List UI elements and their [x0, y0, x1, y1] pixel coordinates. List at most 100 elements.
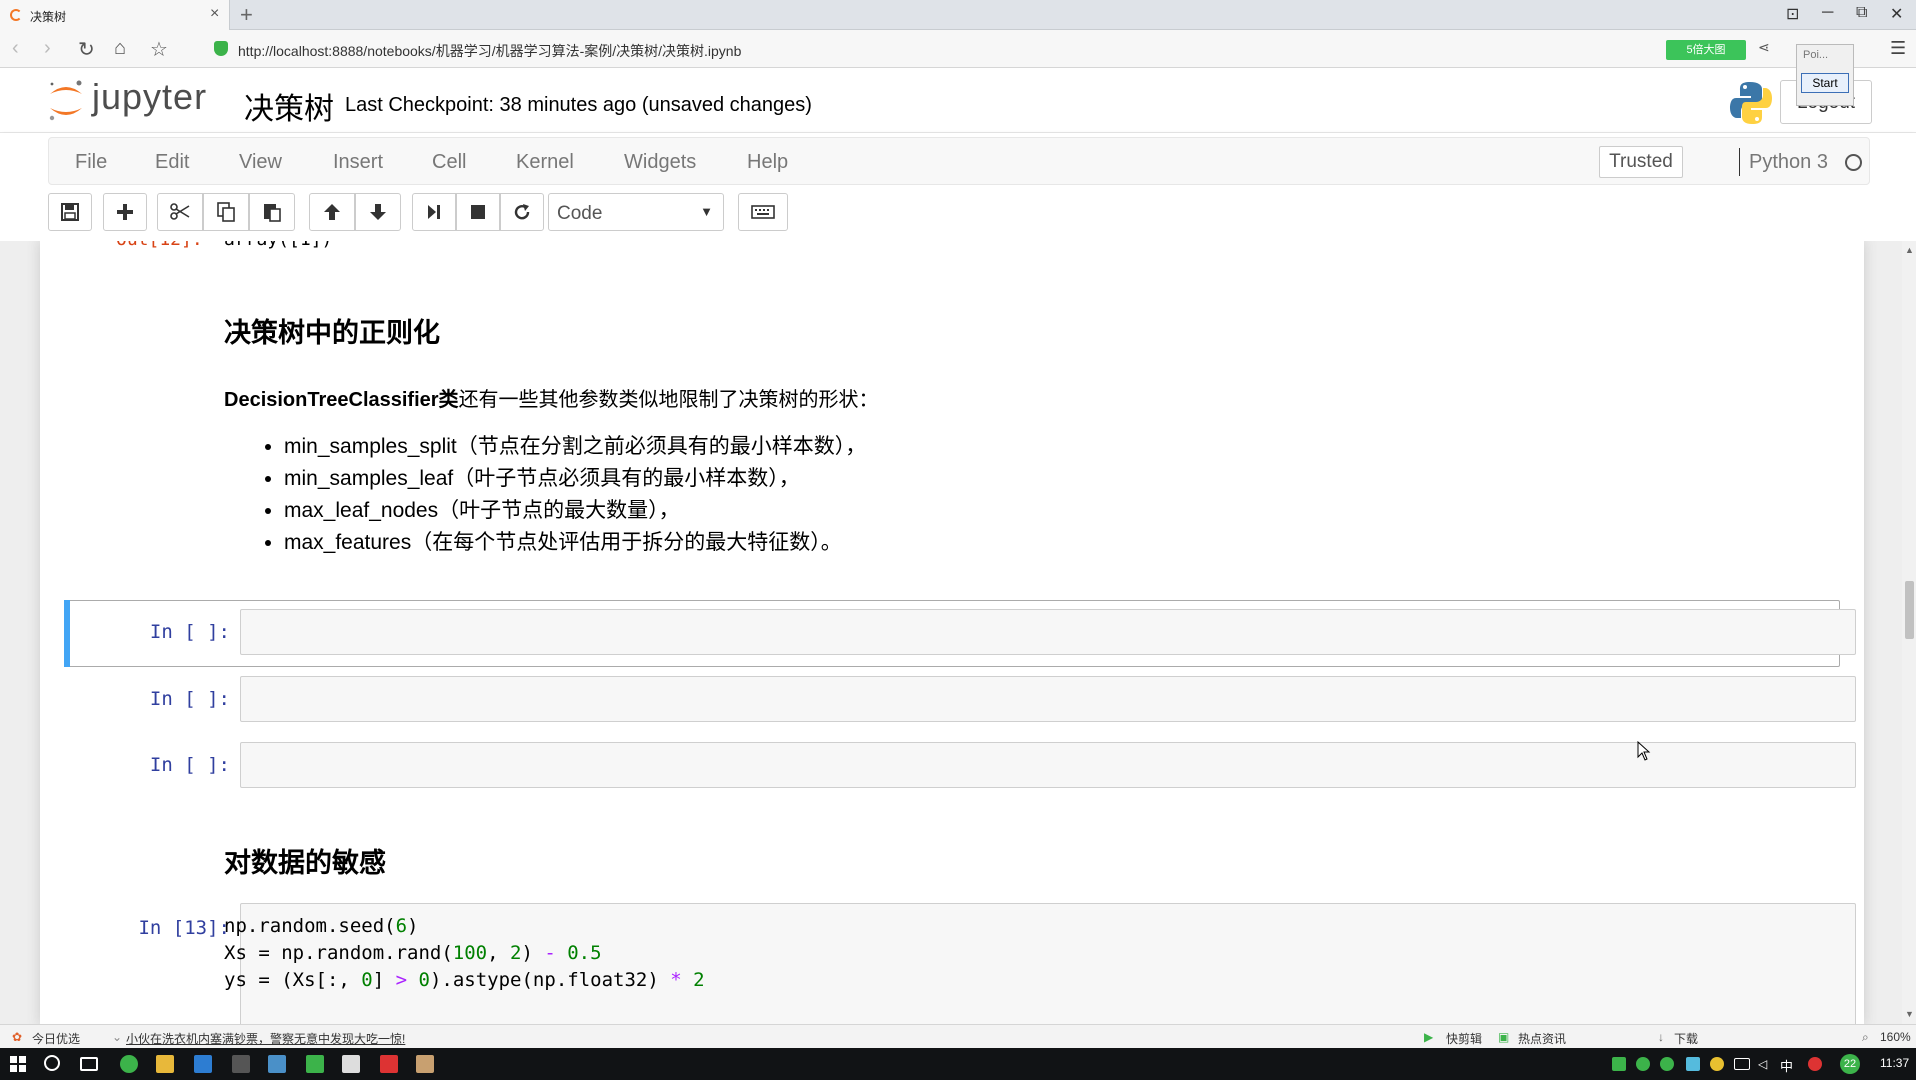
menu-kernel[interactable]: Kernel — [516, 151, 574, 174]
quick-clip-link[interactable]: 快剪辑 — [1446, 1030, 1482, 1047]
input-prompt: In [13]: — [138, 917, 230, 939]
image-zoom-extension-button[interactable]: 5倍大图 — [1666, 40, 1746, 60]
menu-edit[interactable]: Edit — [155, 151, 189, 174]
python-logo-icon — [1730, 82, 1772, 124]
code-line: Xs = np.random.rand(100, 2) - 0.5 — [224, 942, 602, 964]
menu-view[interactable]: View — [239, 151, 282, 174]
app-icon[interactable] — [380, 1055, 398, 1073]
notebook-container: Out[12]: array([1]) 决策树中的正则化 DecisionTre… — [40, 241, 1864, 1024]
code-cell-input[interactable] — [240, 676, 1856, 722]
task-view-icon[interactable] — [80, 1057, 98, 1071]
output-value: array([1]) — [224, 241, 332, 250]
address-bar: ‹ › ↻ ⌂ ☆ http://localhost:8888/notebook… — [0, 30, 1916, 68]
run-button[interactable] — [412, 193, 456, 231]
security-icon[interactable] — [1686, 1057, 1700, 1071]
skin-icon[interactable]: ⊡ — [1786, 4, 1799, 24]
menu-help[interactable]: Help — [747, 151, 788, 174]
tab-close-icon[interactable]: × — [210, 5, 219, 23]
minimize-button[interactable]: ─ — [1822, 4, 1833, 22]
move-down-button[interactable] — [355, 193, 401, 231]
insert-cell-button[interactable] — [103, 193, 147, 231]
windows-taskbar: ◁ 中 22 11:37 — [0, 1048, 1916, 1080]
trusted-indicator[interactable]: Trusted — [1599, 146, 1683, 178]
file-explorer-icon[interactable] — [156, 1055, 174, 1073]
code-cell-input[interactable] — [240, 609, 1856, 655]
scroll-up-icon[interactable]: ▲ — [1905, 245, 1914, 255]
browser-menu-icon[interactable]: ☰ — [1890, 38, 1906, 59]
cut-button[interactable] — [157, 193, 203, 231]
markdown-list: min_samples_split（节点在分割之前必须具有的最小样本数）， mi… — [284, 431, 866, 559]
url-input[interactable]: http://localhost:8888/notebooks/机器学习/机器学… — [206, 36, 1666, 62]
network-icon[interactable] — [1734, 1058, 1750, 1070]
windows-start-icon[interactable] — [10, 1056, 26, 1072]
browser-tab[interactable]: 决策树 × — [0, 0, 230, 30]
paragraph-bold-text: DecisionTreeClassifier类 — [224, 389, 459, 411]
browser-app-icon[interactable] — [120, 1055, 138, 1073]
kernel-name[interactable]: Python 3 — [1749, 151, 1828, 174]
menu-insert[interactable]: Insert — [333, 151, 383, 174]
photos-icon[interactable] — [342, 1055, 360, 1073]
share-icon[interactable]: ⋖ — [1758, 39, 1770, 56]
terminal-icon[interactable] — [232, 1055, 250, 1073]
tray-icon[interactable] — [1660, 1057, 1674, 1071]
cell-type-select[interactable]: Code ▼ — [548, 193, 724, 231]
code-line: ys = (Xs[:, 0] > 0).astype(np.float32) *… — [224, 969, 705, 991]
mouse-cursor-icon — [1637, 741, 1651, 761]
new-tab-button[interactable]: + — [240, 2, 253, 28]
list-item: min_samples_leaf（叶子节点必须具有的最小样本数）， — [284, 463, 866, 495]
reload-icon[interactable]: ↻ — [78, 37, 95, 62]
star-icon[interactable]: ☆ — [150, 37, 168, 62]
start-button[interactable]: Start — [1801, 73, 1849, 93]
volume-icon[interactable]: ◁ — [1758, 1057, 1772, 1071]
forward-icon[interactable]: › — [44, 37, 51, 60]
zoom-level[interactable]: 160% — [1880, 1030, 1911, 1044]
hot-news-link[interactable]: 热点资讯 — [1518, 1030, 1566, 1047]
paste-button[interactable] — [249, 193, 295, 231]
app-icon[interactable] — [306, 1055, 324, 1073]
menu-file[interactable]: File — [75, 151, 107, 174]
wechat-icon[interactable] — [1636, 1057, 1650, 1071]
arrow-up-icon — [324, 204, 340, 220]
interrupt-button[interactable] — [456, 193, 500, 231]
checkpoint-status: Last Checkpoint: 38 minutes ago (unsaved… — [345, 94, 812, 116]
back-icon[interactable]: ‹ — [12, 37, 19, 60]
app-icon[interactable] — [268, 1055, 286, 1073]
antivirus-icon[interactable] — [1808, 1057, 1822, 1071]
copy-icon — [217, 202, 235, 222]
list-item: max_features（在每个节点处评估用于拆分的最大特征数）。 — [284, 527, 866, 559]
copy-button[interactable] — [203, 193, 249, 231]
move-up-button[interactable] — [309, 193, 355, 231]
notebook-name[interactable]: 决策树 — [244, 84, 334, 128]
home-icon[interactable]: ⌂ — [114, 37, 126, 60]
scrollbar-thumb[interactable] — [1905, 581, 1914, 639]
app-icon[interactable] — [194, 1055, 212, 1073]
tray-icon[interactable] — [1710, 1057, 1724, 1071]
scroll-down-icon[interactable]: ▼ — [1905, 1009, 1914, 1019]
menu-cell[interactable]: Cell — [432, 151, 466, 174]
ime-indicator[interactable]: 中 — [1780, 1056, 1793, 1075]
popup-label: Poi... — [1803, 49, 1829, 61]
tray-icon[interactable] — [1612, 1057, 1626, 1071]
search-icon[interactable] — [44, 1055, 60, 1071]
app-icon[interactable] — [416, 1055, 434, 1073]
scrollbar[interactable]: ▲ ▼ — [1902, 241, 1916, 1024]
save-button[interactable] — [48, 193, 92, 231]
restart-button[interactable] — [500, 193, 544, 231]
close-window-button[interactable]: ✕ — [1890, 4, 1903, 24]
jupyter-header: jupyter 决策树 Last Checkpoint: 38 minutes … — [0, 44, 1916, 133]
download-link[interactable]: 下载 — [1674, 1030, 1698, 1047]
restore-button[interactable]: ⧉ — [1856, 4, 1867, 22]
browser-status-bar: ✿ 今日优选 ⌄ 小伙在洗衣机内塞满钞票，警察无意中发现大吃一惊! ▶ 快剪辑 … — [0, 1024, 1916, 1048]
code-cell-input[interactable] — [240, 742, 1856, 788]
kernel-separator — [1739, 148, 1740, 176]
paragraph-text: 还有一些其他参数类似地限制了决策树的形状： — [458, 389, 879, 411]
menu-widgets[interactable]: Widgets — [624, 151, 696, 174]
daily-pick-link[interactable]: 今日优选 — [32, 1030, 80, 1047]
clock[interactable]: 11:37 — [1880, 1056, 1909, 1070]
code-cell: In [ ]: — [64, 740, 1856, 792]
command-palette-button[interactable] — [738, 193, 788, 231]
notification-badge[interactable]: 22 — [1840, 1054, 1860, 1074]
news-ticker-link[interactable]: 小伙在洗衣机内塞满钞票，警察无意中发现大吃一惊! — [126, 1030, 405, 1047]
jupyter-logo-icon[interactable] — [46, 78, 86, 122]
overlay-popup: Poi... Start — [1796, 44, 1854, 106]
